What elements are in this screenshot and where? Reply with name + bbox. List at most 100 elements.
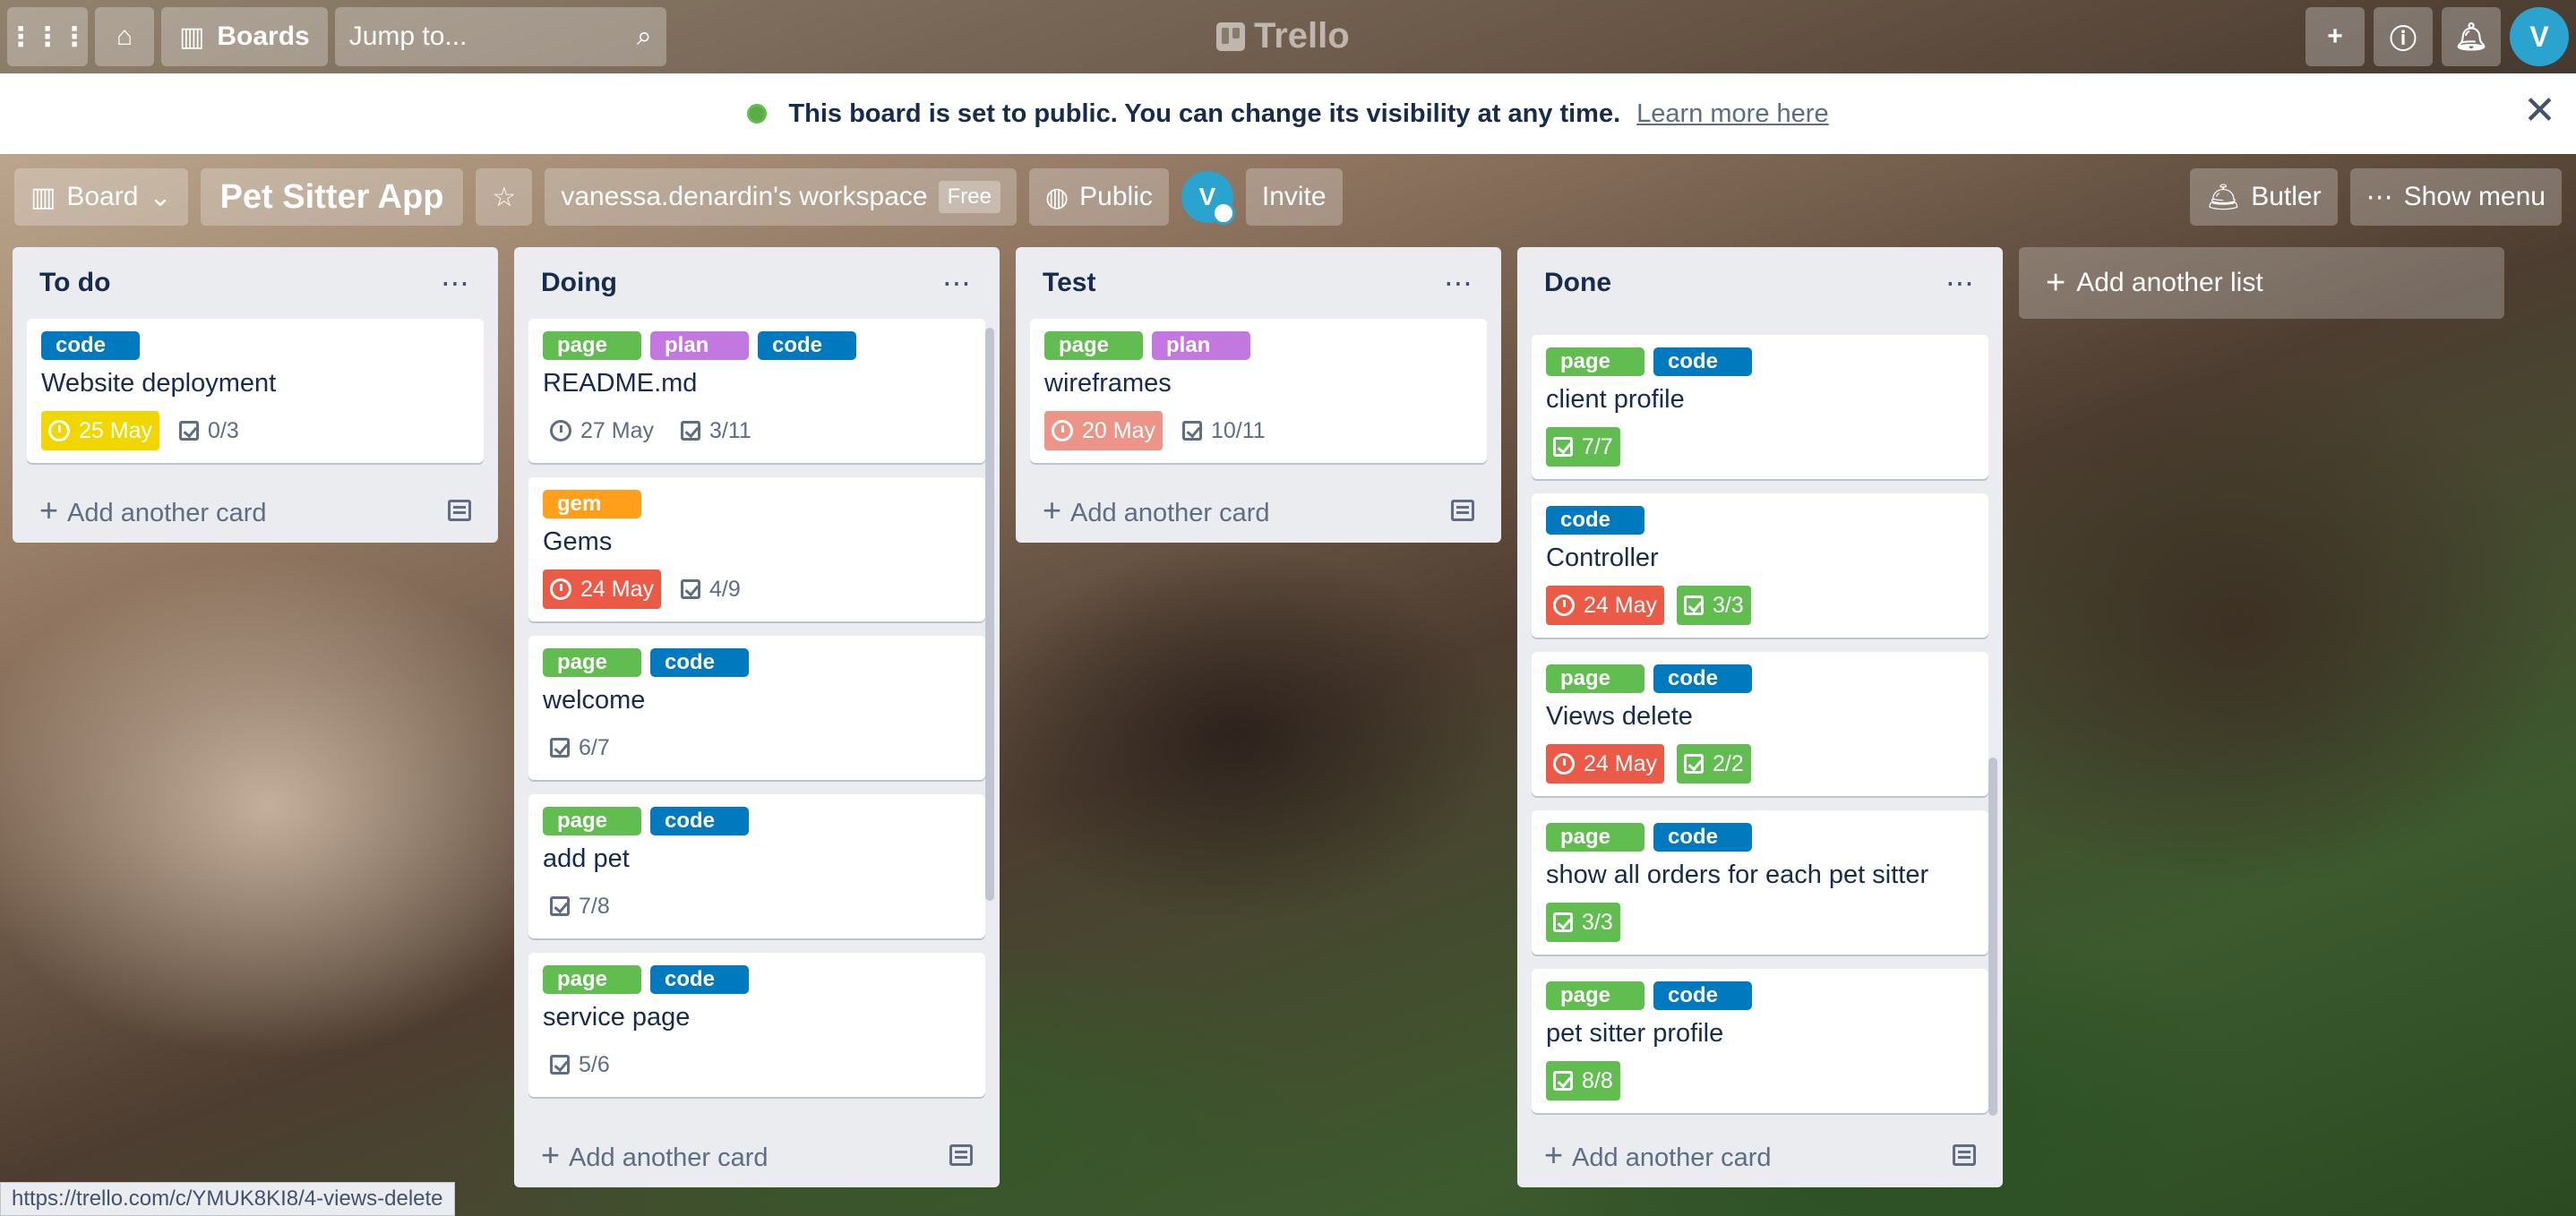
- more-icon[interactable]: ⋯: [1444, 266, 1474, 300]
- member-avatar[interactable]: V: [1181, 171, 1235, 225]
- checklist-icon: [1553, 912, 1573, 932]
- board-title[interactable]: Pet Sitter App: [200, 168, 464, 226]
- more-icon[interactable]: ⋯: [441, 266, 471, 300]
- card-label-page[interactable]: page: [1546, 981, 1644, 1010]
- more-icon[interactable]: ⋯: [942, 266, 973, 300]
- card-label-page[interactable]: page: [543, 807, 641, 835]
- due-date-badge[interactable]: 24 May: [543, 569, 661, 609]
- card[interactable]: page plan code README.md 27 May 3/11: [528, 319, 985, 463]
- close-icon[interactable]: ✕: [2523, 91, 2556, 131]
- card[interactable]: code Website deployment 25 May 0/3: [27, 319, 484, 463]
- card-label-plan[interactable]: plan: [1152, 331, 1250, 360]
- apps-grid-button[interactable]: ⋮⋮⋮: [7, 7, 88, 66]
- card-label-page[interactable]: page: [1546, 823, 1644, 852]
- user-avatar[interactable]: V: [2510, 7, 2569, 66]
- list-scrollbar[interactable]: [985, 328, 994, 901]
- card-label-code[interactable]: code: [1653, 981, 1752, 1010]
- plus-icon: +: [39, 492, 59, 528]
- clock-icon: [1553, 595, 1575, 616]
- list-header[interactable]: Doing ⋯: [528, 247, 985, 319]
- info-button[interactable]: ⓘ: [2374, 7, 2433, 66]
- card[interactable]: code Controller 24 May 3/3: [1532, 493, 1988, 638]
- list-header[interactable]: Done ⋯: [1532, 247, 1988, 319]
- card-badges: 7/7: [1546, 427, 1974, 467]
- add-card-button[interactable]: + Add another card: [1030, 478, 1487, 543]
- card[interactable]: page code Views delete 24 May 2/2: [1532, 652, 1988, 796]
- list-title[interactable]: To do: [39, 268, 110, 298]
- due-date: 24 May: [1584, 592, 1657, 618]
- list-title[interactable]: Done: [1544, 268, 1611, 298]
- add-card-button[interactable]: + Add another card: [528, 1123, 985, 1187]
- list-title[interactable]: Doing: [541, 268, 617, 298]
- card-template-icon[interactable]: [1451, 500, 1474, 521]
- card-template-icon[interactable]: [448, 500, 471, 521]
- home-button[interactable]: ⌂: [95, 7, 154, 66]
- notifications-button[interactable]: 🔔︎: [2442, 7, 2501, 66]
- card[interactable]: page code add pet 7/8: [528, 794, 985, 938]
- search-box[interactable]: ⌕: [334, 7, 666, 66]
- list-header[interactable]: Test ⋯: [1030, 247, 1487, 319]
- due-date-badge[interactable]: 25 May: [41, 411, 159, 450]
- visibility-button[interactable]: ◍ Public: [1028, 168, 1169, 226]
- add-list-button[interactable]: + Add another list: [2019, 247, 2504, 319]
- card-title: welcome: [543, 686, 646, 715]
- checklist-badge: 7/7: [1546, 427, 1620, 467]
- checklist-count: 2/2: [1712, 750, 1744, 776]
- board-icon: ▥: [179, 21, 205, 52]
- list-scrollbar[interactable]: [1988, 758, 1997, 1116]
- card-label-code[interactable]: code: [650, 648, 749, 677]
- add-card-button[interactable]: + Add another card: [1532, 1123, 1988, 1187]
- card-template-icon[interactable]: [949, 1144, 973, 1166]
- card[interactable]: page code show all orders for each pet sit…: [1532, 810, 1988, 955]
- butler-button[interactable]: 🛎︎ Butler: [2190, 168, 2338, 226]
- card-label-page[interactable]: page: [543, 648, 641, 677]
- card-label-code[interactable]: code: [1653, 347, 1752, 376]
- boards-button[interactable]: ▥ Boards: [161, 7, 328, 66]
- card[interactable]: page code client profile 7/7: [1532, 335, 1988, 479]
- create-button[interactable]: +: [2306, 7, 2365, 66]
- card-label-code[interactable]: code: [650, 965, 749, 994]
- list-cards: page plan wireframes 20 May 10/11: [1030, 319, 1487, 478]
- card-label-code[interactable]: code: [1653, 823, 1752, 852]
- card-label-page[interactable]: page: [1546, 664, 1644, 693]
- card-label-plan[interactable]: plan: [650, 331, 749, 360]
- search-icon[interactable]: ⌕: [637, 21, 652, 52]
- search-input[interactable]: [348, 21, 609, 52]
- due-date-badge[interactable]: 27 May: [543, 411, 661, 450]
- card-label-code[interactable]: code: [650, 807, 749, 835]
- card[interactable]: page plan wireframes 20 May 10/11: [1030, 319, 1487, 463]
- card-label-gem[interactable]: gem: [543, 490, 641, 518]
- card-label-page[interactable]: page: [1546, 347, 1644, 376]
- more-icon[interactable]: ⋯: [1945, 266, 1976, 300]
- card-label-code[interactable]: code: [1546, 506, 1644, 535]
- show-menu-button[interactable]: ⋯ Show menu: [2349, 168, 2562, 226]
- list-header[interactable]: To do ⋯: [27, 247, 484, 319]
- card-label-code[interactable]: code: [1653, 664, 1752, 693]
- banner-message: This board is set to public. You can cha…: [788, 98, 1621, 128]
- invite-button[interactable]: Invite: [1245, 168, 1343, 226]
- trello-logo[interactable]: Trello: [1216, 16, 1350, 56]
- checklist-badge: 8/8: [1546, 1061, 1620, 1100]
- checklist-count: 5/6: [579, 1051, 610, 1077]
- card-template-icon[interactable]: [1953, 1144, 1976, 1166]
- board-view-switcher[interactable]: ▥ Board ⌄: [14, 168, 188, 226]
- due-date-badge[interactable]: 24 May: [1546, 744, 1664, 784]
- butler-bell-icon: 🛎︎: [2206, 182, 2241, 212]
- card-label-page[interactable]: page: [1044, 331, 1143, 360]
- learn-more-link[interactable]: Learn more here: [1636, 99, 1828, 129]
- due-date-badge[interactable]: 20 May: [1044, 411, 1163, 450]
- due-date-badge[interactable]: 24 May: [1546, 586, 1664, 625]
- card[interactable]: page code service page 5/6: [528, 953, 985, 1097]
- list-title[interactable]: Test: [1043, 268, 1095, 298]
- star-button[interactable]: ☆: [476, 168, 533, 226]
- card[interactable]: page code pet sitter profile 8/8: [1532, 969, 1988, 1113]
- add-card-button[interactable]: + Add another card: [27, 478, 484, 543]
- card-label-page[interactable]: page: [543, 331, 641, 360]
- card-label-code[interactable]: code: [758, 331, 856, 360]
- workspace-button[interactable]: vanessa.denardin's workspace Free: [545, 168, 1017, 226]
- card[interactable]: gem Gems 24 May 4/9: [528, 477, 985, 621]
- card-label-code[interactable]: code: [41, 331, 140, 360]
- due-date: 24 May: [1584, 750, 1657, 776]
- card-label-page[interactable]: page: [543, 965, 641, 994]
- card[interactable]: page code welcome 6/7: [528, 636, 985, 780]
